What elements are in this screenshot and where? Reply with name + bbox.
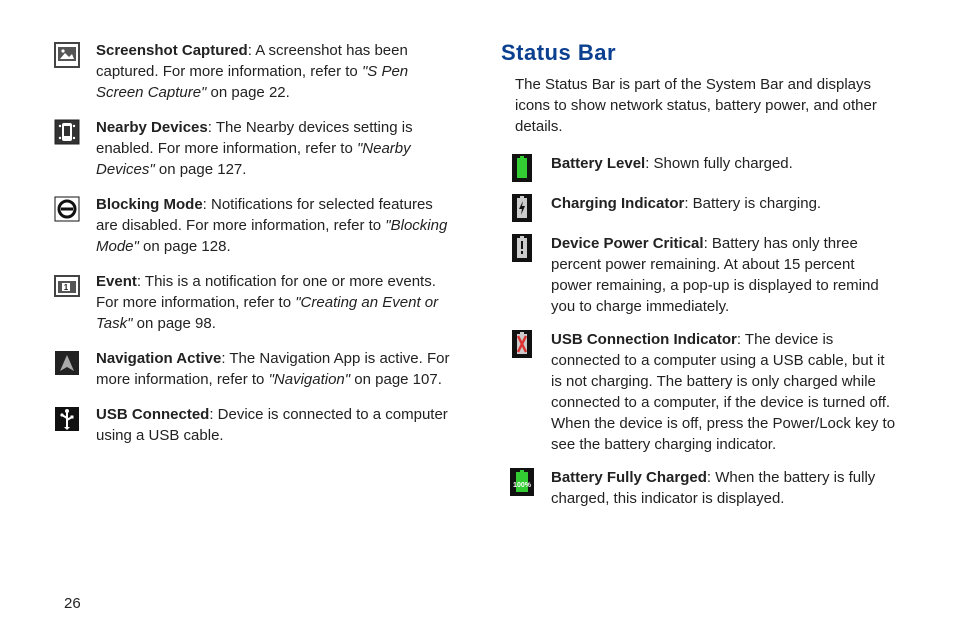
- event-icon: 1: [54, 273, 80, 299]
- battery-critical-icon: [509, 235, 535, 261]
- entry-text: USB Connection Indicator: The device is …: [551, 329, 900, 455]
- entry-battery-level: Battery Level: Shown fully charged.: [501, 153, 900, 181]
- entry-text: Event: This is a notification for one or…: [96, 271, 453, 334]
- entry-battery-fully-charged: 100% Battery Fully Charged: When the bat…: [501, 467, 900, 509]
- entry-text: Battery Level: Shown fully charged.: [551, 153, 797, 174]
- nearby-devices-icon: [54, 119, 80, 145]
- usb-icon: [54, 406, 80, 432]
- entry-event: 1 Event: This is a notification for one …: [54, 271, 453, 334]
- blocking-mode-icon: [54, 196, 80, 222]
- entry-text: Battery Fully Charged: When the battery …: [551, 467, 900, 509]
- screenshot-icon: [54, 42, 80, 68]
- entry-text: Screenshot Captured: A screenshot has be…: [96, 40, 453, 103]
- entry-text: Blocking Mode: Notifications for selecte…: [96, 194, 453, 257]
- entry-screenshot-captured: Screenshot Captured: A screenshot has be…: [54, 40, 453, 103]
- entry-charging-indicator: Charging Indicator: Battery is charging.: [501, 193, 900, 221]
- navigation-icon: [54, 350, 80, 376]
- battery-100-icon: 100%: [509, 469, 535, 495]
- entry-text: Device Power Critical: Battery has only …: [551, 233, 900, 317]
- entry-text: Navigation Active: The Navigation App is…: [96, 348, 453, 390]
- section-title-status-bar: Status Bar: [501, 40, 900, 66]
- entry-device-power-critical: Device Power Critical: Battery has only …: [501, 233, 900, 317]
- svg-text:1: 1: [64, 283, 69, 292]
- entry-blocking-mode: Blocking Mode: Notifications for selecte…: [54, 194, 453, 257]
- entry-text: USB Connected: Device is connected to a …: [96, 404, 453, 446]
- battery-full-icon: [509, 155, 535, 181]
- page-number: 26: [64, 595, 81, 612]
- entry-usb-connection-indicator: USB Connection Indicator: The device is …: [501, 329, 900, 455]
- entry-navigation-active: Navigation Active: The Navigation App is…: [54, 348, 453, 390]
- entry-usb-connected: USB Connected: Device is connected to a …: [54, 404, 453, 446]
- entry-text: Nearby Devices: The Nearby devices setti…: [96, 117, 453, 180]
- battery-charging-icon: [509, 195, 535, 221]
- battery-usb-nocharge-icon: [509, 331, 535, 357]
- section-intro: The Status Bar is part of the System Bar…: [515, 74, 900, 137]
- entry-text: Charging Indicator: Battery is charging.: [551, 193, 825, 214]
- svg-text:100%: 100%: [513, 482, 532, 489]
- entry-nearby-devices: Nearby Devices: The Nearby devices setti…: [54, 117, 453, 180]
